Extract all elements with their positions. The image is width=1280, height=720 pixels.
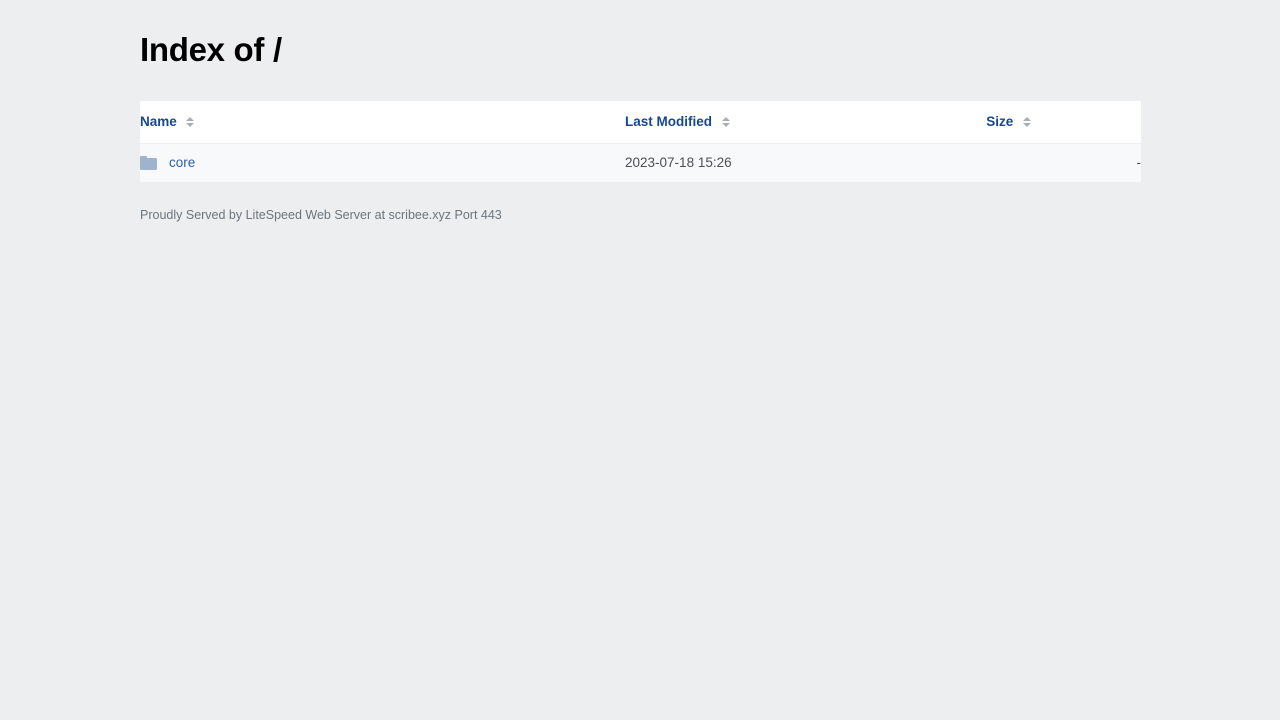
server-signature-footer: Proudly Served by LiteSpeed Web Server a…: [140, 208, 502, 222]
sort-descending-caret: [1022, 122, 1031, 127]
directory-listing-table-wrapper: Name Last Modified Size core 2023-07-18 …: [140, 101, 1141, 182]
sort-ascending-caret: [186, 116, 195, 121]
column-header-name[interactable]: Name: [140, 101, 626, 144]
folder-icon: [140, 155, 157, 170]
sort-ascending-caret: [721, 116, 730, 121]
sort-descending-caret: [186, 122, 195, 127]
page-container: Index of / Name Last Modified Size core …: [140, 0, 1141, 223]
directory-link-core[interactable]: core: [169, 155, 195, 170]
page-title: Index of /: [140, 31, 282, 68]
column-header-last-modified[interactable]: Last Modified: [625, 101, 987, 144]
sort-ascending-caret: [1022, 116, 1031, 121]
column-header-last-modified-label: Last Modified: [625, 114, 713, 129]
table-row[interactable]: core 2023-07-18 15:26 -: [140, 143, 1142, 183]
column-header-name-label: Name: [140, 114, 177, 129]
sort-updown-icon[interactable]: [1022, 116, 1031, 127]
column-header-name-inner[interactable]: Name: [140, 114, 195, 129]
sort-descending-caret: [721, 122, 730, 127]
table-cell-name: core: [140, 144, 625, 183]
table-cell-last-modified: 2023-07-18 15:26: [625, 155, 732, 170]
column-header-size[interactable]: Size: [986, 101, 1141, 144]
sort-updown-icon[interactable]: [721, 116, 730, 127]
column-header-last-modified-inner[interactable]: Last Modified: [625, 114, 730, 129]
table-header: Name Last Modified Size: [140, 101, 1141, 144]
folder-icon-body: [140, 158, 157, 170]
table-header-row: Name Last Modified Size: [140, 101, 1141, 144]
directory-listing-table: Name Last Modified Size core 2023-07-18 …: [140, 101, 1141, 182]
table-body: core 2023-07-18 15:26 -: [140, 143, 1142, 183]
name-cell-inner: core: [140, 155, 625, 170]
column-header-size-inner[interactable]: Size: [986, 114, 1031, 129]
table-cell-size: -: [1136, 155, 1142, 170]
sort-updown-icon[interactable]: [186, 116, 195, 127]
column-header-size-label: Size: [986, 114, 1014, 129]
